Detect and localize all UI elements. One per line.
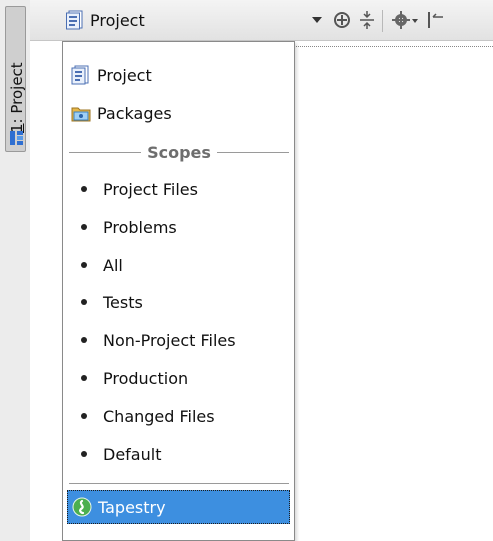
collapse-all-icon[interactable] [356, 9, 378, 31]
packages-icon [71, 107, 91, 122]
bullet-icon [81, 451, 87, 457]
bullet-icon [81, 224, 87, 230]
toolbar-divider [382, 10, 383, 32]
project-icon [71, 65, 89, 85]
hide-panel-icon[interactable] [425, 9, 447, 31]
scope-option-production[interactable]: Production [67, 361, 290, 395]
scopes-divider-left [69, 151, 142, 153]
project-tool-window-label: 1: Project [7, 62, 26, 133]
chevron-down-icon [312, 17, 322, 23]
tree-focus-outline [296, 46, 493, 47]
project-view-header: Project [30, 0, 493, 41]
view-option-tapestry[interactable]: Tapestry [67, 490, 290, 524]
bullet-icon [81, 375, 87, 381]
popup-divider [69, 483, 289, 484]
view-selector-label: Project [90, 10, 145, 30]
scope-option-non-project-files[interactable]: Non-Project Files [67, 323, 290, 357]
scope-option-default[interactable]: Default [67, 437, 290, 471]
view-option-project[interactable]: Project [67, 58, 290, 92]
scope-option-project-files[interactable]: Project Files [67, 172, 290, 206]
view-selector-dropdown[interactable]: Project [66, 5, 326, 35]
tool-window-strip: 1: Project [0, 0, 31, 541]
locate-icon[interactable] [331, 9, 353, 31]
bullet-icon [81, 262, 87, 268]
scope-option-tests[interactable]: Tests [67, 285, 290, 319]
bullet-icon [81, 299, 87, 305]
scopes-section-header: Scopes [69, 140, 290, 164]
project-structure-icon [10, 131, 23, 145]
project-icon [66, 10, 83, 30]
view-selector-popup: Project Packages Scopes Project Files Pr… [62, 41, 295, 541]
scope-option-all[interactable]: All [67, 248, 290, 282]
bullet-icon [81, 413, 87, 419]
scope-option-changed-files[interactable]: Changed Files [67, 399, 290, 433]
scopes-divider-right [216, 151, 290, 153]
bullet-icon [81, 337, 87, 343]
scope-option-problems[interactable]: Problems [67, 210, 290, 244]
tapestry-icon [72, 497, 92, 517]
settings-gear-icon[interactable] [391, 9, 421, 31]
view-option-packages[interactable]: Packages [67, 96, 290, 130]
project-tool-window-tab[interactable]: 1: Project [5, 6, 26, 152]
bullet-icon [81, 186, 87, 192]
